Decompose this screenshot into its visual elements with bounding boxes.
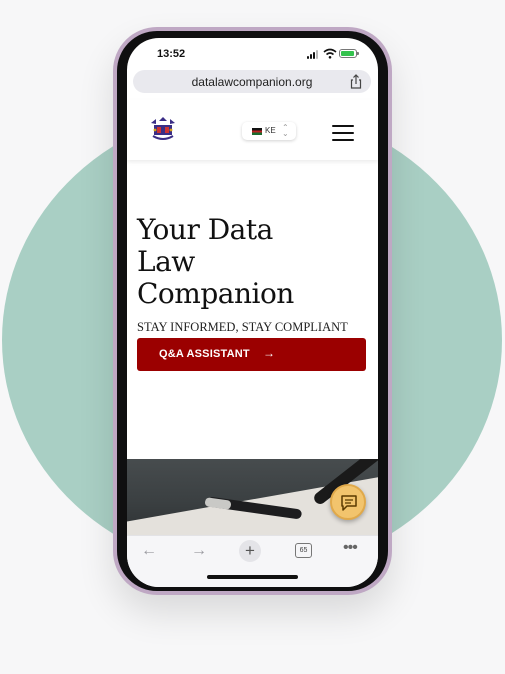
hero-subtitle: STAY INFORMED, STAY COMPLIANT [137,320,348,334]
more-icon[interactable]: ••• [343,539,358,557]
home-indicator [207,575,298,579]
logo-icon[interactable] [149,116,177,142]
site-header: KE ⌃ ⌄ [127,100,378,160]
chevron-updown-icon: ⌃ ⌄ [282,123,289,138]
qa-assistant-label: Q&A ASSISTANT [159,348,250,360]
status-time: 13:52 [157,48,186,60]
hero-title-line: Law [137,245,195,278]
qa-assistant-button[interactable]: Q&A ASSISTANT → [137,338,366,371]
country-selector[interactable]: KE ⌃ ⌄ [242,122,296,140]
country-code: KE [265,126,276,135]
signal-icon [307,50,321,59]
hero-title-line: Companion [137,277,294,310]
status-bar: 13:52 [127,38,378,66]
chat-icon [341,495,357,511]
flag-icon [252,128,262,135]
browser-toolbar: ← → + 65 ••• [127,535,378,587]
battery-icon [339,49,359,58]
hero-title: Your Data Law Companion [137,214,372,310]
share-icon[interactable] [349,74,363,89]
back-icon[interactable]: ← [141,542,157,560]
forward-icon[interactable]: → [191,542,207,560]
plus-icon[interactable]: + [239,540,261,562]
phone-screen: 13:52 datalawcompanion.org KE ⌃ ⌄ Your D… [127,38,378,587]
address-bar[interactable]: datalawcompanion.org [133,70,371,93]
hero-title-line: Your Data [137,213,273,246]
wifi-icon [323,48,337,59]
arrow-right-icon: → [263,346,275,360]
url-text: datalawcompanion.org [191,75,313,89]
tabs-icon[interactable]: 65 [295,543,312,558]
chat-button[interactable] [330,484,366,520]
hamburger-icon[interactable] [332,125,354,141]
